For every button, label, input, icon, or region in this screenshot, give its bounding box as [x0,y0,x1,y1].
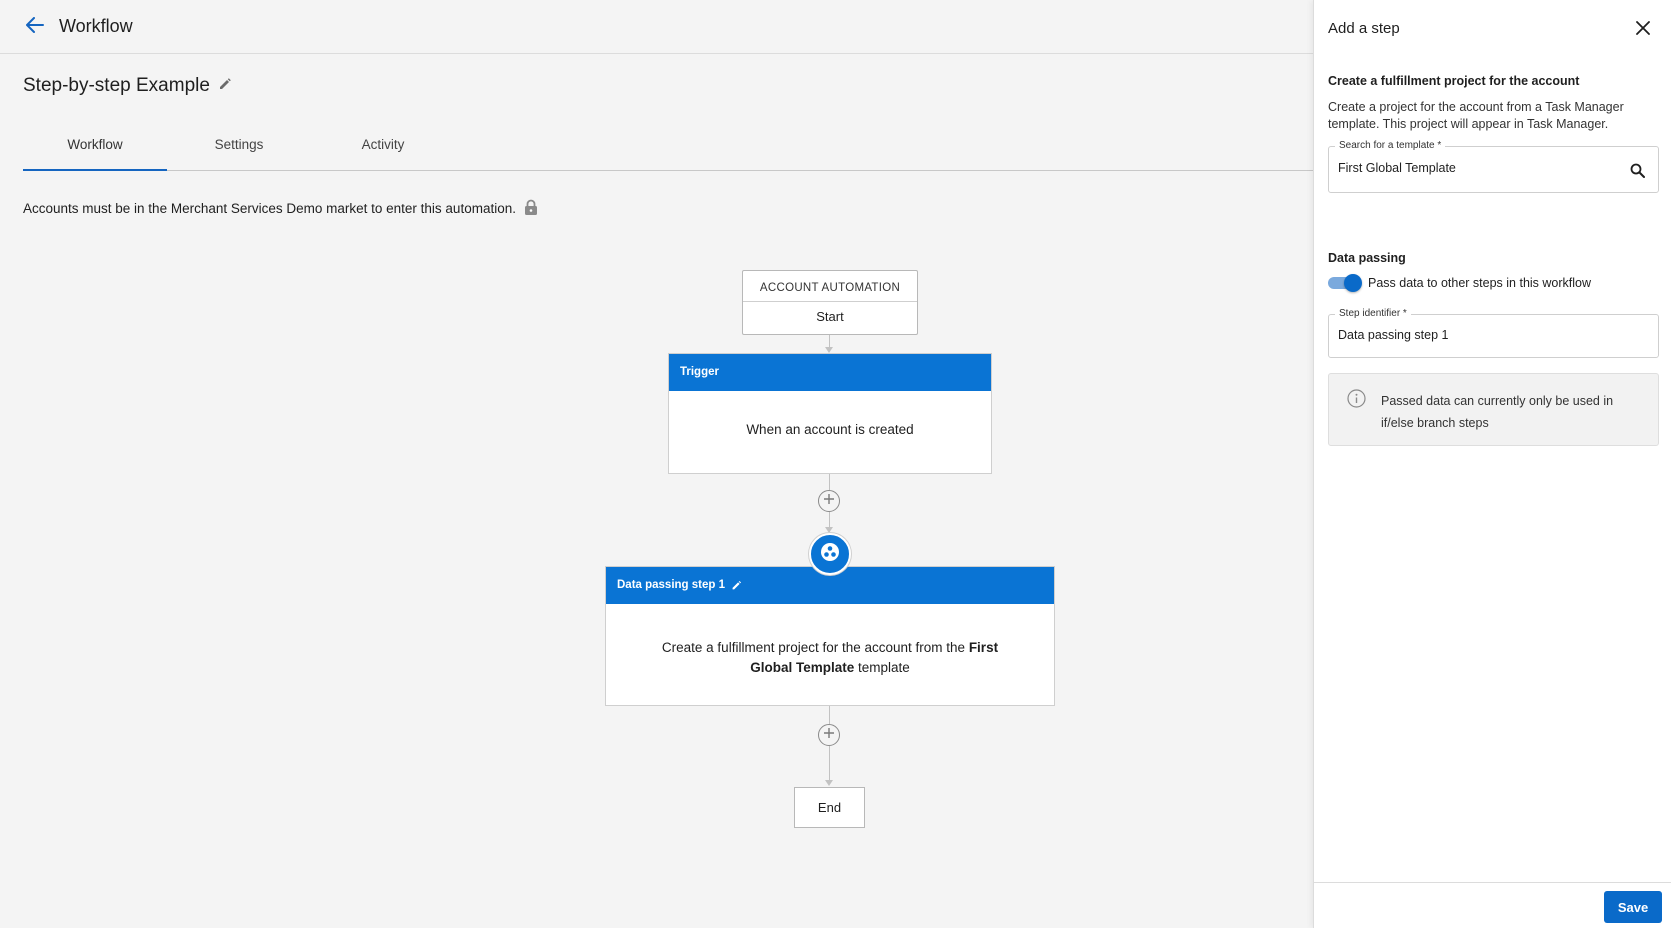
step-body-text: Create a fulfillment project for the acc… [661,640,969,655]
market-notice: Accounts must be in the Merchant Service… [23,199,540,217]
save-button[interactable]: Save [1604,891,1662,923]
start-node-label: Start [816,309,844,324]
page-title-row: Step-by-step Example [23,75,234,97]
step-card[interactable]: Data passing step 1 Create a fulfillment… [605,566,1055,706]
plus-icon [823,726,835,744]
step-section-title: Create a fulfillment project for the acc… [1328,74,1580,88]
step-card-title: Data passing step 1 [617,579,726,591]
panel-footer: Save [1314,882,1671,928]
data-passing-info: Passed data can currently only be used i… [1328,373,1659,446]
top-bar: Workflow [0,0,1313,54]
trigger-card[interactable]: Trigger When an account is created [668,353,992,474]
tab-workflow[interactable]: Workflow [23,130,167,171]
info-icon [1347,389,1366,408]
close-panel-button[interactable] [1632,19,1654,41]
step-body-suffix: template [854,660,910,675]
connector-plus-end [829,746,830,782]
notice-text: Accounts must be in the Merchant Service… [23,200,516,216]
step-type-badge [809,533,851,575]
tab-bar: Workflow Settings Activity [23,130,1313,171]
arrow-plus-end [825,780,833,786]
toggle-knob [1344,274,1362,292]
pencil-icon[interactable] [731,580,742,591]
search-icon[interactable] [1628,161,1646,179]
connector-step-plus [829,706,830,724]
back-arrow-icon [26,16,44,38]
step-description: Create a project for the account from a … [1328,100,1624,131]
data-passing-icon [820,542,840,567]
lock-icon [524,199,540,217]
add-step-panel: Add a step Create a fulfillment project … [1313,0,1671,928]
page-title: Step-by-step Example [23,75,210,96]
data-passing-toggle-row: Pass data to other steps in this workflo… [1328,274,1592,292]
trigger-card-header: Trigger [669,354,991,391]
close-icon [1636,20,1650,40]
pencil-icon [218,77,232,96]
step-identifier-field[interactable]: Step identifier * [1328,308,1659,358]
topbar-title: Workflow [59,16,133,36]
info-text: Passed data can currently only be used i… [1381,394,1614,430]
template-search-input[interactable] [1338,161,1618,175]
back-button[interactable] [22,14,48,40]
plus-icon [823,492,835,510]
trigger-card-body: When an account is created [746,422,914,437]
step-identifier-input[interactable] [1338,328,1618,342]
template-search-label: Search for a template * [1335,140,1446,151]
main-area: Workflow Step-by-step Example Workflow S… [0,0,1313,928]
step-card-body: Create a fulfillment project for the acc… [606,604,1054,678]
data-passing-toggle-label: Pass data to other steps in this workflo… [1368,275,1592,290]
edit-title-button[interactable] [216,77,234,95]
data-passing-toggle[interactable] [1328,274,1362,292]
tab-activity[interactable]: Activity [311,130,455,171]
add-step-button-1[interactable] [818,490,840,512]
panel-title: Add a step [1328,20,1400,37]
tab-settings[interactable]: Settings [167,130,311,171]
start-node[interactable]: ACCOUNT AUTOMATION Start [742,270,918,335]
start-node-type: ACCOUNT AUTOMATION [743,271,917,302]
add-step-button-2[interactable] [818,724,840,746]
end-node[interactable]: End [794,787,865,828]
step-identifier-label: Step identifier * [1335,308,1411,319]
panel-header: Add a step [1314,0,1671,58]
data-passing-title: Data passing [1328,251,1406,265]
template-search-field[interactable]: Search for a template * [1328,140,1659,193]
connector-trigger-plus [829,474,830,490]
